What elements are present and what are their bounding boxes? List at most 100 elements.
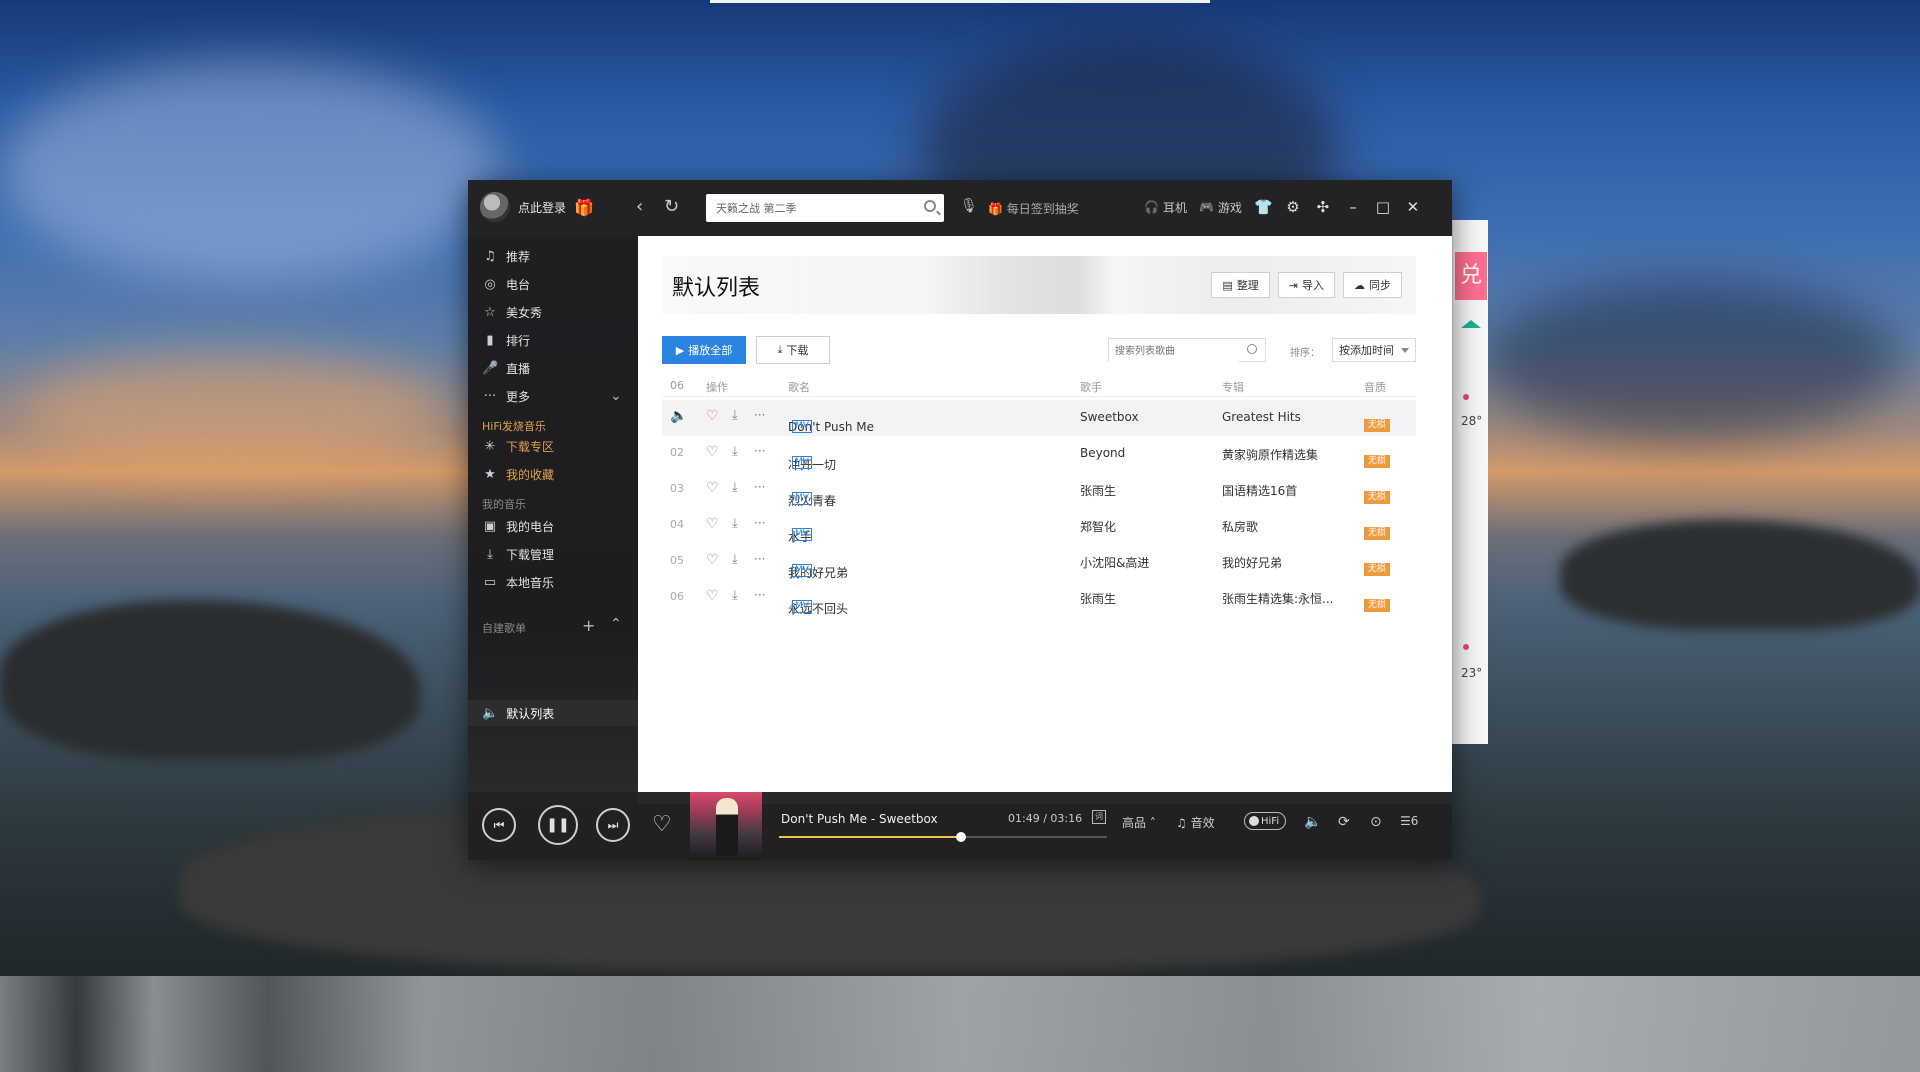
table-row[interactable]: 04 ♡ ⤓ ··· 水手MV 郑智化 私房歌 |||无损 xyxy=(662,508,1416,544)
heart-icon[interactable]: ♡ xyxy=(706,444,719,460)
song-artist[interactable]: 张雨生 xyxy=(1080,482,1116,499)
playlist-button[interactable]: ☰6 xyxy=(1400,814,1418,828)
sidebar-item-my-radio[interactable]: ▣ 我的电台 xyxy=(482,516,554,536)
daily-lottery-link[interactable]: 🎁 每日签到抽奖 xyxy=(988,200,1079,217)
album-cover[interactable] xyxy=(690,792,762,860)
more-dots-icon[interactable]: ··· xyxy=(754,480,765,494)
more-dots-icon[interactable]: ··· xyxy=(754,552,765,566)
more-dots-icon[interactable]: ··· xyxy=(754,516,765,530)
heart-icon[interactable]: ♡ xyxy=(706,480,719,496)
gear-icon[interactable]: ⚙ xyxy=(1284,198,1302,216)
heart-icon[interactable]: ♡ xyxy=(706,588,719,604)
search-icon[interactable] xyxy=(924,200,936,212)
game-button[interactable]: 🎮 游戏 xyxy=(1199,199,1242,216)
chevron-up-icon[interactable]: ⌃ xyxy=(610,616,622,632)
maximize-icon[interactable]: □ xyxy=(1374,198,1392,216)
skin-icon[interactable]: 👕 xyxy=(1254,198,1273,216)
song-artist[interactable]: Beyond xyxy=(1080,446,1125,460)
song-album[interactable]: 黄家驹原作精选集 xyxy=(1222,446,1340,463)
col-album[interactable]: 专辑 xyxy=(1222,379,1244,395)
sidebar-item-local-music[interactable]: ▭ 本地音乐 xyxy=(482,572,554,592)
table-row[interactable]: 🔈 ♡ ⤓ ··· Don't Push Me MV Sweetbox Great… xyxy=(662,400,1416,436)
col-title[interactable]: 歌名 xyxy=(788,379,810,395)
download-icon[interactable]: ⤓ xyxy=(732,552,738,567)
download-icon[interactable]: ⤓ xyxy=(732,408,738,423)
heart-icon[interactable]: ♡ xyxy=(706,516,719,532)
download-icon[interactable]: ⤓ xyxy=(732,516,738,531)
mv-badge[interactable]: MV xyxy=(792,420,812,433)
lyrics-icon[interactable]: 词 xyxy=(1092,810,1106,824)
heart-icon[interactable]: ♡ xyxy=(706,408,719,424)
back-arrow-icon[interactable]: ‹ xyxy=(636,196,643,218)
side-widget-badge[interactable]: 兑 xyxy=(1455,252,1487,300)
more-dots-icon[interactable]: ··· xyxy=(754,408,765,422)
table-row[interactable]: 06 ♡ ⤓ ··· 永远不回头MV 张雨生 张雨生精选集:永恒... |||无… xyxy=(662,580,1416,616)
song-artist[interactable]: 郑智化 xyxy=(1080,518,1116,535)
sidebar-item-more[interactable]: ··· 更多 xyxy=(482,386,530,406)
search-icon[interactable] xyxy=(1247,344,1257,354)
more-dots-icon[interactable]: ··· xyxy=(754,444,765,458)
sidebar-item-beauty-show[interactable]: ☆ 美女秀 xyxy=(482,302,542,322)
list-search-input[interactable] xyxy=(1109,340,1239,363)
chevron-down-icon[interactable]: ⌄ xyxy=(610,388,622,404)
mv-badge[interactable]: MV xyxy=(792,456,812,469)
table-row[interactable]: 02 ♡ ⤓ ··· 冲开一切MV Beyond 黄家驹原作精选集 |||无损 xyxy=(662,436,1416,472)
progress-bar[interactable] xyxy=(779,832,1107,842)
song-artist[interactable]: 小沈阳&高进 xyxy=(1080,554,1149,571)
search-box[interactable] xyxy=(706,194,944,222)
minimize-icon[interactable]: – xyxy=(1344,198,1362,216)
song-album[interactable]: 我的好兄弟 xyxy=(1222,554,1340,571)
mv-badge[interactable]: MV xyxy=(792,492,812,505)
volume-icon[interactable]: 🔈 xyxy=(1304,814,1321,830)
play-all-button[interactable]: ▶ 播放全部 xyxy=(662,336,746,364)
download-icon[interactable]: ⤓ xyxy=(732,444,738,459)
progress-knob[interactable] xyxy=(956,832,967,842)
sort-select[interactable]: 按添加时间 xyxy=(1332,338,1416,362)
user-login[interactable]: 点此登录 🎁 xyxy=(480,192,594,222)
list-search-box[interactable] xyxy=(1108,338,1266,363)
gift-icon[interactable]: 🎁 xyxy=(574,198,594,217)
login-label[interactable]: 点此登录 xyxy=(518,199,566,216)
refresh-icon[interactable]: ↻ xyxy=(664,196,679,218)
search-input[interactable] xyxy=(706,194,906,222)
col-artist[interactable]: 歌手 xyxy=(1080,379,1102,395)
heart-icon[interactable]: ♡ xyxy=(706,552,719,568)
more-dots-icon[interactable]: ··· xyxy=(754,588,765,602)
sidebar-item-favorites[interactable]: ★ 我的收藏 xyxy=(482,464,554,484)
download-icon[interactable]: ⤓ xyxy=(732,588,738,603)
sidebar-item-default-list[interactable]: 🔈 默认列表 xyxy=(468,700,638,726)
song-album[interactable]: 国语精选16首 xyxy=(1222,482,1340,499)
microphone-icon[interactable]: 🎙 xyxy=(960,198,978,214)
song-artist[interactable]: Sweetbox xyxy=(1080,410,1139,424)
mv-badge[interactable]: MV xyxy=(792,564,812,577)
mini-mode-icon[interactable]: ✣ xyxy=(1314,198,1332,216)
table-row[interactable]: 03 ♡ ⤓ ··· 烈火青春MV 张雨生 国语精选16首 |||无损 xyxy=(662,472,1416,508)
more-circle-icon[interactable]: ⊙ xyxy=(1370,814,1382,830)
song-album[interactable]: 私房歌 xyxy=(1222,518,1340,535)
table-row[interactable]: 05 ♡ ⤓ ··· 我的好兄弟MV 小沈阳&高进 我的好兄弟 |||无损 xyxy=(662,544,1416,580)
sidebar-item-radio[interactable]: ◎ 电台 xyxy=(482,274,530,294)
download-icon[interactable]: ⤓ xyxy=(732,480,738,495)
song-album[interactable]: 张雨生精选集:永恒... xyxy=(1222,590,1340,607)
sync-button[interactable]: ☁ 同步 xyxy=(1343,272,1402,298)
add-playlist-icon[interactable]: + xyxy=(582,616,595,635)
previous-track-button[interactable]: ⏮ xyxy=(482,808,516,842)
earphone-button[interactable]: 🎧 耳机 xyxy=(1144,199,1187,216)
sidebar-item-downloads[interactable]: ⤓ 下载管理 xyxy=(482,544,554,564)
heart-icon[interactable]: ♡ xyxy=(652,812,672,837)
repeat-icon[interactable]: ⟳ xyxy=(1338,814,1350,830)
close-icon[interactable]: ✕ xyxy=(1404,198,1422,216)
song-album[interactable]: Greatest Hits xyxy=(1222,410,1340,424)
effects-button[interactable]: ♫ 音效 xyxy=(1176,814,1215,831)
sidebar-item-download-zone[interactable]: ✳ 下载专区 xyxy=(482,436,554,456)
hifi-toggle[interactable]: HiFi xyxy=(1244,812,1286,830)
mv-badge[interactable]: MV xyxy=(792,600,812,613)
download-button[interactable]: ⤓ 下载 xyxy=(756,336,830,364)
sidebar-item-live[interactable]: 🎤 直播 xyxy=(482,358,530,378)
quality-select[interactable]: 高品 ˄ xyxy=(1122,814,1156,831)
organize-button[interactable]: ▤ 整理 xyxy=(1211,272,1270,298)
mv-badge[interactable]: MV xyxy=(792,528,812,541)
pause-button[interactable]: ❚❚ xyxy=(538,805,578,845)
import-button[interactable]: ⇥ 导入 xyxy=(1277,272,1335,298)
next-track-button[interactable]: ⏭ xyxy=(596,808,630,842)
